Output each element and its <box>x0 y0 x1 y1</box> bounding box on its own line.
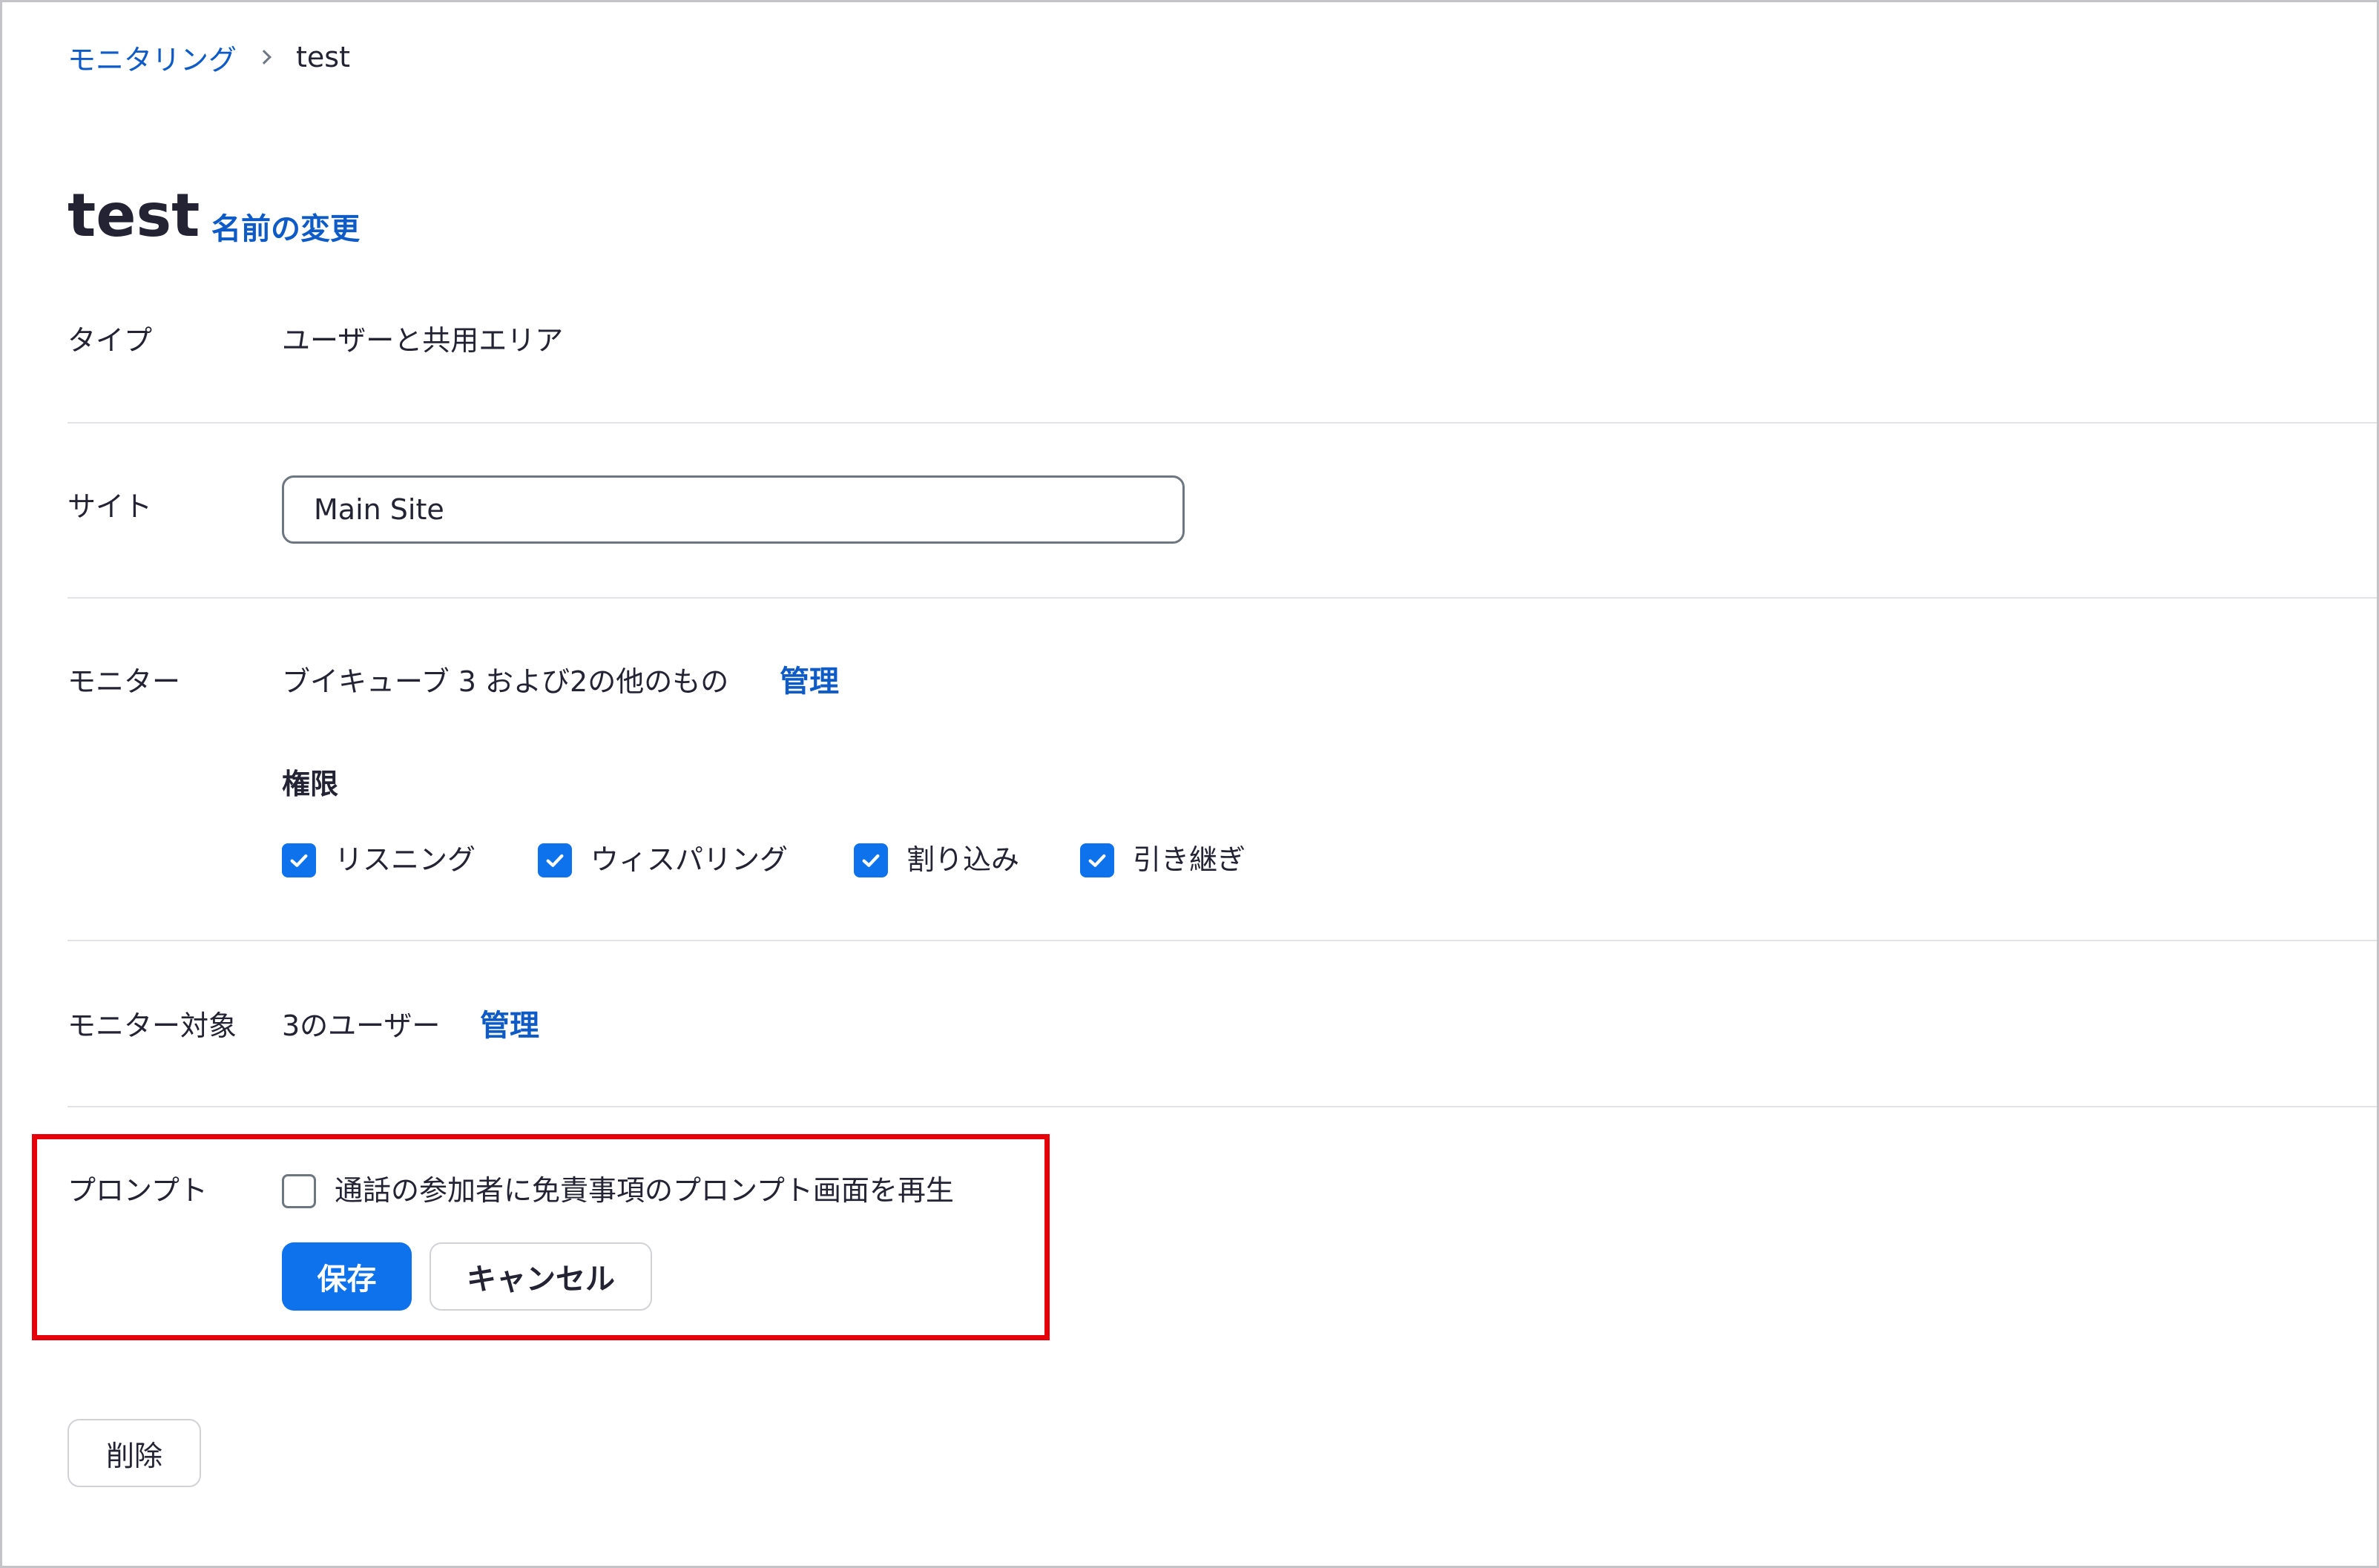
page-title: test <box>68 181 200 250</box>
breadcrumb: モニタリング test <box>68 35 350 79</box>
save-button[interactable]: 保存 <box>282 1242 412 1311</box>
permission-listening-label: リスニング <box>335 843 476 876</box>
permissions-title: 権限 <box>282 768 339 800</box>
rename-link[interactable]: 名前の変更 <box>211 207 360 251</box>
monitor-manage-link[interactable]: 管理 <box>780 661 839 702</box>
permission-whispering-checkbox[interactable] <box>538 843 572 877</box>
target-value: 3のユーザー <box>282 1009 441 1042</box>
permission-takeover-label: 引き継ぎ <box>1133 843 1246 876</box>
chevron-right-icon <box>257 50 272 65</box>
prompt-checkbox[interactable] <box>282 1174 316 1208</box>
breadcrumb-monitoring-link[interactable]: モニタリング <box>68 37 237 78</box>
monitor-label: モニター <box>68 665 181 698</box>
permission-listening-checkbox[interactable] <box>282 843 316 877</box>
prompt-label: プロンプト <box>68 1174 208 1207</box>
page-frame: モニタリング test test 名前の変更 タイプ ユーザーと共用エリア サイ… <box>0 0 2379 1568</box>
cancel-button[interactable]: キャンセル <box>430 1242 652 1311</box>
check-icon <box>290 854 308 867</box>
check-icon <box>1088 854 1106 867</box>
monitor-value: ブイキューブ 3 および2の他のもの <box>282 665 729 698</box>
check-icon <box>862 854 880 867</box>
site-input[interactable] <box>282 475 1185 544</box>
target-manage-link[interactable]: 管理 <box>480 1005 539 1047</box>
permission-whispering-label: ウィスパリング <box>590 843 789 876</box>
site-label: サイト <box>68 490 153 523</box>
divider <box>68 940 2377 941</box>
permission-takeover-checkbox[interactable] <box>1080 843 1114 877</box>
divider <box>68 1106 2377 1107</box>
target-label: モニター対象 <box>68 1009 237 1042</box>
breadcrumb-current: test <box>296 41 350 73</box>
divider <box>68 422 2377 424</box>
check-icon <box>546 854 564 867</box>
prompt-checkbox-label: 通話の参加者に免責事項のプロンプト画面を再生 <box>335 1174 954 1207</box>
type-value: ユーザーと共用エリア <box>282 324 564 357</box>
type-label: タイプ <box>68 324 153 357</box>
divider <box>68 597 2377 599</box>
permission-barge-label: 割り込み <box>906 843 1020 876</box>
delete-button[interactable]: 削除 <box>68 1419 201 1487</box>
permission-barge-checkbox[interactable] <box>854 843 888 877</box>
